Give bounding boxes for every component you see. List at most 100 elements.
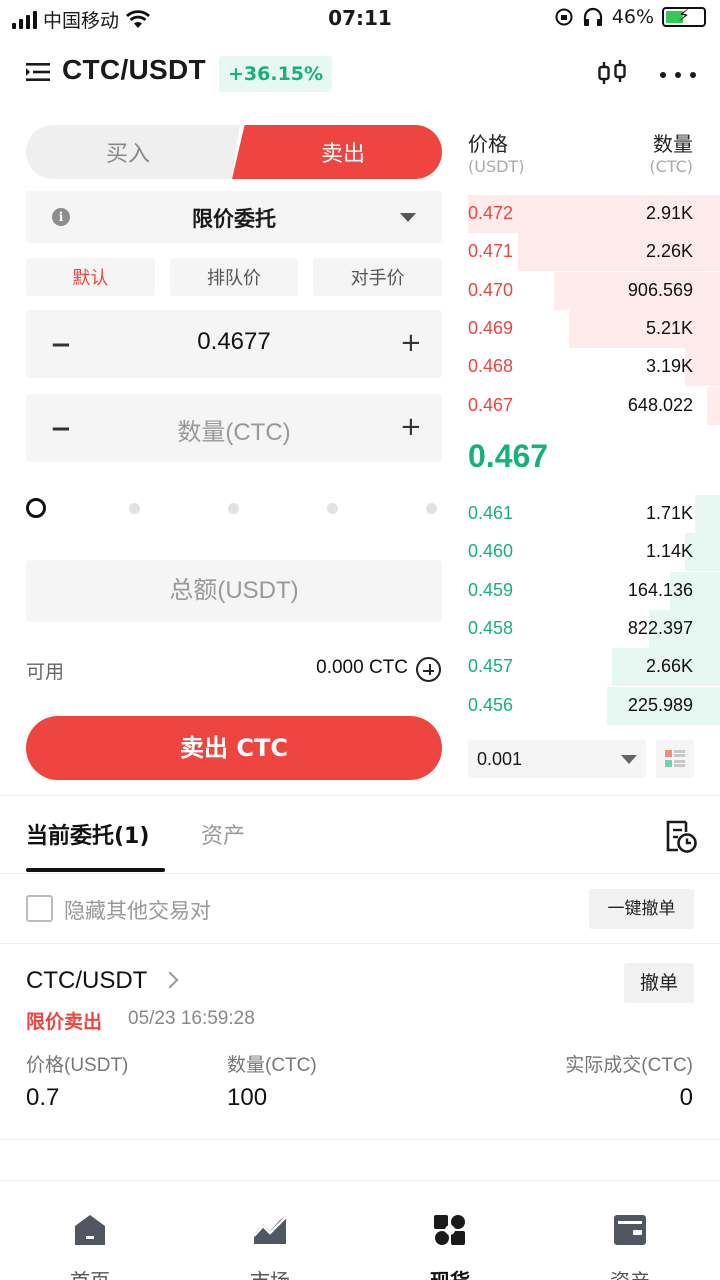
orderbook-qty-header: 数量: [653, 132, 693, 156]
cancel-all-button[interactable]: 一键撤单: [589, 889, 694, 929]
order-qty-label: 数量(CTC): [227, 1055, 317, 1076]
last-price[interactable]: 0.467: [468, 438, 548, 475]
nav-assets[interactable]: 资产: [540, 1181, 720, 1280]
menu-icon[interactable]: [24, 60, 52, 84]
battery-percent: 46%: [611, 6, 654, 28]
precision-value: 0.001: [477, 749, 523, 769]
quantity-increase-button[interactable]: +: [400, 412, 422, 442]
hide-other-pairs-checkbox[interactable]: [26, 895, 53, 922]
bid-price: 0.459: [468, 579, 514, 600]
bid-price: 0.460: [468, 541, 514, 562]
bid-row[interactable]: 0.456 225.989: [468, 686, 720, 725]
bid-price: 0.456: [468, 694, 514, 715]
price-mode-counterparty[interactable]: 对手价: [313, 258, 443, 296]
caret-down-icon: [621, 755, 637, 764]
orderbook-price-header: 价格: [468, 132, 508, 156]
bid-price: 0.458: [468, 617, 514, 638]
change-badge: +36.15%: [219, 56, 333, 92]
cancel-order-button[interactable]: 撤单: [624, 963, 694, 1003]
order-qty-value: 100: [227, 1084, 268, 1111]
order-time: 05/23 16:59:28: [128, 1008, 255, 1029]
quantity-input[interactable]: 数量(CTC): [26, 412, 442, 447]
ask-qty: 5.21K: [645, 317, 693, 338]
hide-other-pairs-label[interactable]: 隐藏其他交易对: [64, 895, 211, 925]
price-stepper: − 0.4677 +: [26, 310, 442, 378]
amount-slider[interactable]: [26, 496, 442, 520]
ask-row[interactable]: 0.470 906.569: [468, 271, 720, 310]
headphones-icon: [583, 7, 602, 26]
add-funds-icon[interactable]: [416, 657, 441, 682]
price-mode-queue[interactable]: 排队价: [169, 258, 299, 296]
sell-submit-button[interactable]: 卖出 CTC: [26, 716, 442, 780]
bid-qty: 164.136: [627, 579, 693, 600]
ask-row[interactable]: 0.467 648.022: [468, 386, 720, 425]
ask-row[interactable]: 0.468 3.19K: [468, 348, 720, 387]
chevron-right-icon[interactable]: [161, 971, 179, 989]
slider-stop-25[interactable]: [129, 503, 140, 514]
ask-row[interactable]: 0.471 2.26K: [468, 233, 720, 272]
nav-spot[interactable]: 现货: [360, 1181, 540, 1280]
nav-assets-label: 资产: [540, 1265, 720, 1280]
bid-row[interactable]: 0.459 164.136: [468, 571, 720, 610]
bid-qty: 1.71K: [645, 503, 693, 523]
bid-row[interactable]: 0.457 2.66K: [468, 648, 720, 687]
bid-qty: 225.989: [627, 694, 693, 715]
ask-qty: 648.022: [627, 394, 693, 415]
ask-price: 0.471: [468, 241, 514, 262]
ask-qty: 3.19K: [645, 356, 693, 377]
ask-price: 0.470: [468, 279, 514, 300]
candlestick-chart-icon[interactable]: [596, 58, 628, 88]
battery-icon: ⚡: [662, 6, 706, 27]
ask-qty: 2.91K: [645, 203, 693, 223]
order-history-icon[interactable]: [664, 818, 698, 854]
tab-assets[interactable]: 资产: [201, 818, 245, 850]
ask-depth-bar: [568, 309, 720, 348]
orderbook-layout-icon[interactable]: [656, 740, 694, 778]
available-value: 0.000 CTC: [316, 657, 408, 678]
order-pair[interactable]: CTC/USDT: [26, 967, 147, 995]
bid-price: 0.457: [468, 656, 514, 677]
total-input[interactable]: 总额(USDT): [26, 560, 442, 622]
tab-buy[interactable]: 买入: [26, 125, 240, 179]
divider: [0, 795, 720, 796]
price-mode-group: 默认 排队价 对手价: [26, 258, 443, 296]
ask-qty: 906.569: [627, 279, 693, 300]
ask-row[interactable]: 0.469 5.21K: [468, 309, 720, 348]
bottom-nav: 首页 市场 现货 资产: [0, 1180, 720, 1280]
nav-market[interactable]: 市场: [180, 1181, 360, 1280]
price-input[interactable]: 0.4677: [26, 328, 442, 356]
available-label: 可用: [26, 661, 65, 683]
ask-price: 0.468: [468, 356, 514, 377]
ask-depth-bar: [707, 386, 720, 425]
tab-current-orders[interactable]: 当前委托(1): [26, 818, 149, 850]
slider-handle[interactable]: [26, 498, 46, 518]
bid-row[interactable]: 0.458 822.397: [468, 609, 720, 648]
ask-price: 0.467: [468, 394, 514, 415]
order-type-label: 限价委托: [192, 207, 276, 231]
wallet-icon: [614, 1215, 646, 1245]
price-increase-button[interactable]: +: [400, 328, 422, 358]
divider: [0, 943, 720, 944]
order-filled-value: 0: [679, 1084, 693, 1111]
bid-row[interactable]: 0.461 1.71K: [468, 495, 720, 533]
ask-qty: 2.26K: [645, 241, 693, 262]
nav-home[interactable]: 首页: [0, 1181, 180, 1280]
pair-title[interactable]: CTC/USDT: [62, 54, 206, 86]
more-icon[interactable]: [660, 72, 696, 78]
price-mode-default[interactable]: 默认: [26, 258, 155, 296]
active-tab-indicator: [26, 868, 165, 872]
tab-sell[interactable]: 卖出: [232, 125, 442, 179]
order-price-label: 价格(USDT): [26, 1055, 129, 1076]
ask-row[interactable]: 0.472 2.91K: [468, 195, 720, 233]
slider-stop-75[interactable]: [327, 503, 338, 514]
bid-row[interactable]: 0.460 1.14K: [468, 533, 720, 572]
order-type-select[interactable]: i 限价委托: [26, 191, 442, 243]
order-side: 限价卖出: [26, 1011, 103, 1033]
market-chart-icon: [253, 1216, 287, 1244]
bid-qty: 1.14K: [645, 541, 693, 562]
precision-select[interactable]: 0.001: [468, 740, 646, 778]
slider-stop-50[interactable]: [228, 503, 239, 514]
slider-stop-100[interactable]: [426, 503, 437, 514]
bid-price: 0.461: [468, 503, 514, 523]
nav-home-label: 首页: [0, 1265, 180, 1280]
